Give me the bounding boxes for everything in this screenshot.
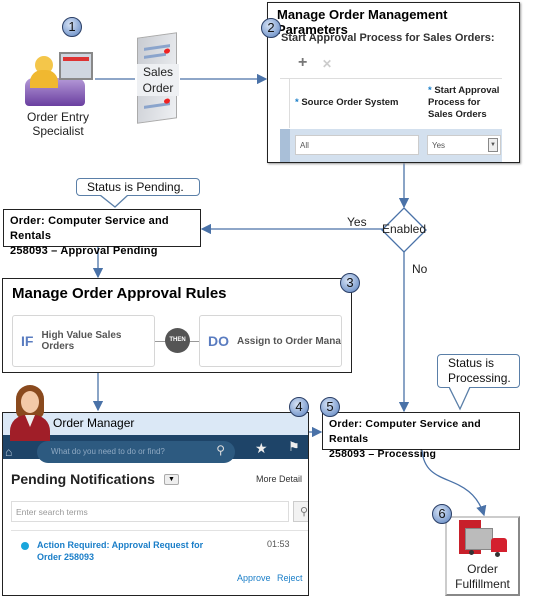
search-button[interactable]: ⚲: [293, 501, 308, 522]
do-action-text: Assign to Order Manager: [237, 335, 341, 347]
decision-no-label: No: [412, 262, 428, 276]
callout-tail: [100, 195, 129, 208]
required-marker: *: [295, 97, 299, 108]
decision-yes-label: Yes: [347, 215, 367, 229]
step-badge-6: 6: [432, 504, 452, 524]
home-icon[interactable]: ⌂: [5, 445, 12, 459]
if-condition-text: High Value Sales Orders: [41, 330, 122, 352]
order-processing-box: Order: Computer Service and Rentals 2580…: [322, 412, 520, 460]
label-line: Order Entry: [26, 110, 89, 124]
column-header-start-approval: * Start Approval Process for Sales Order…: [428, 85, 502, 121]
notification-search-input[interactable]: Enter search terms: [11, 501, 289, 522]
order-management-parameters-panel: Manage Order Management Parameters Start…: [267, 2, 520, 163]
global-search-input[interactable]: What do you need to do or find? ⚲: [37, 441, 235, 463]
callout-line: Status is: [448, 356, 495, 370]
notification-order: Order 258093: [37, 552, 95, 562]
reject-link[interactable]: Reject: [277, 573, 303, 583]
step-badge-5: 5: [320, 397, 340, 417]
decision-label: Enabled: [381, 222, 427, 236]
notification-time: 01:53: [267, 539, 290, 549]
chevron-down-icon[interactable]: ▼: [164, 474, 179, 485]
order-status-line: 258093 – Processing: [329, 448, 437, 460]
order-approval-pending-box: Order: Computer Service and Rentals 2580…: [3, 209, 201, 257]
select-value: Yes: [432, 141, 446, 150]
if-keyword: IF: [21, 333, 34, 349]
do-keyword: DO: [208, 333, 229, 349]
notification-title: Action Required: Approval Request for: [37, 540, 204, 550]
step-badge-2: 2: [261, 18, 281, 38]
chevron-down-icon[interactable]: ▼: [488, 138, 498, 152]
order-fulfillment-label: Order Fulfillment: [447, 562, 518, 592]
required-marker: *: [428, 85, 432, 96]
role-label: Order Manager: [53, 416, 135, 430]
label-line: Fulfillment: [455, 577, 510, 591]
order-manager-avatar: [8, 383, 52, 441]
order-entry-specialist-icon: [25, 48, 95, 108]
unread-dot-icon: [21, 542, 29, 550]
notification-link[interactable]: Action Required: Approval Request for Or…: [37, 539, 203, 563]
parameters-subtitle: Start Approval Process for Sales Orders:: [281, 32, 495, 44]
order-line: Order: Computer Service and Rentals: [10, 215, 169, 242]
column-label: Source Order System: [301, 97, 399, 108]
then-connector: THEN: [165, 328, 190, 353]
do-action-box[interactable]: DO Assign to Order Manager: [199, 315, 342, 367]
sales-order-label: Sales Order: [137, 64, 179, 96]
label-line: Specialist: [32, 124, 84, 138]
callout-line: Processing.: [448, 371, 511, 385]
notifications-flag-icon[interactable]: ⚑: [288, 439, 300, 455]
step-badge-1: 1: [62, 17, 82, 37]
label-line: Order: [142, 81, 174, 95]
label-line: Sales: [142, 65, 174, 79]
pending-notifications-heading: Pending Notifications: [11, 471, 155, 487]
more-detail-link[interactable]: More Detail: [256, 474, 302, 484]
if-condition-box[interactable]: IF High Value Sales Orders: [12, 315, 155, 367]
processing-status-callout: Status is Processing.: [437, 354, 520, 388]
pending-status-callout: Status is Pending.: [76, 178, 200, 196]
start-approval-select[interactable]: Yes ▼: [427, 135, 501, 155]
specialist-label: Order Entry Specialist: [18, 110, 98, 138]
rules-title: Manage Order Approval Rules: [12, 285, 227, 302]
source-order-system-input[interactable]: All: [295, 135, 419, 155]
column-label: Start Approval Process for Sales Orders: [428, 85, 500, 120]
row-header-column: [280, 78, 290, 128]
search-placeholder: What do you need to do or find?: [51, 447, 165, 456]
order-line: Order: Computer Service and Rentals: [329, 418, 481, 445]
callout-tail: [449, 387, 471, 411]
approve-link[interactable]: Approve: [237, 573, 271, 583]
search-icon[interactable]: ⚲: [216, 443, 225, 457]
order-status-line: 258093 – Approval Pending: [10, 245, 158, 257]
favorites-star-icon[interactable]: ★: [255, 440, 268, 457]
add-icon[interactable]: +: [298, 54, 307, 72]
delete-icon[interactable]: ✕: [322, 57, 332, 71]
delivery-truck-icon: [459, 520, 509, 562]
order-approval-rules-panel: Manage Order Approval Rules IF High Value…: [2, 278, 352, 373]
order-fulfillment-box: Order Fulfillment: [445, 516, 520, 596]
step-badge-4: 4: [289, 397, 309, 417]
column-header-source: * Source Order System: [295, 97, 399, 108]
step-badge-3: 3: [340, 273, 360, 293]
label-line: Order: [467, 562, 498, 576]
table-row: All Yes ▼: [280, 129, 502, 162]
